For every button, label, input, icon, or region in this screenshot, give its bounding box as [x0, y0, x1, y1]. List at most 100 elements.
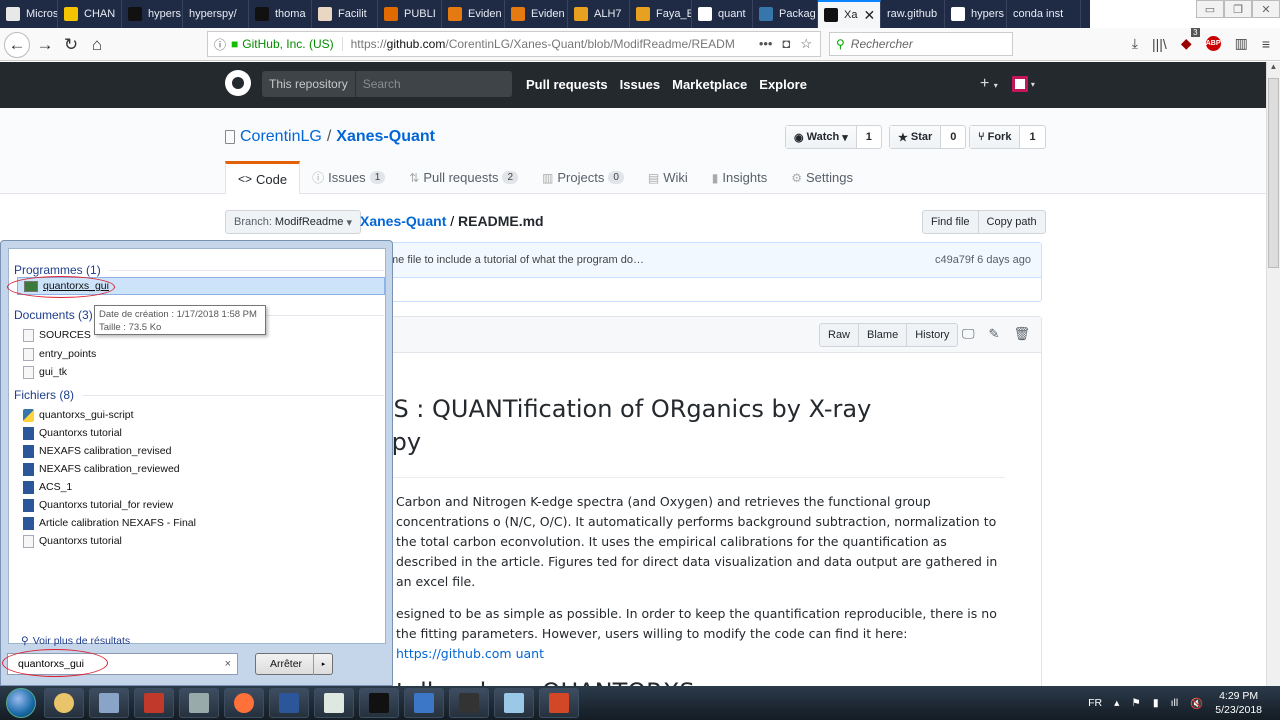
- scroll-up-icon[interactable]: ▲: [1267, 62, 1280, 76]
- search-result-item[interactable]: quantorxs_gui-script: [23, 406, 383, 424]
- history-button[interactable]: History: [906, 324, 957, 346]
- branch-select[interactable]: Branch: ModifReadme ▾: [225, 210, 361, 234]
- search-result-item[interactable]: Quantorxs tutorial_for review: [23, 496, 383, 514]
- browser-tab[interactable]: Faya_E: [630, 0, 692, 28]
- battery-icon[interactable]: ▮: [1153, 697, 1159, 709]
- network-icon[interactable]: ıll: [1171, 697, 1179, 709]
- browser-tab[interactable]: PUBLI: [378, 0, 442, 28]
- nav-issues[interactable]: Issues: [620, 77, 660, 92]
- search-result-item[interactable]: gui_tk: [23, 363, 383, 381]
- clear-search-icon[interactable]: ×: [225, 658, 231, 670]
- download-icon[interactable]: ⤓: [1132, 35, 1138, 52]
- edit-pencil-icon[interactable]: ✎: [989, 326, 1000, 342]
- taskbar-app-terminal[interactable]: [359, 688, 399, 718]
- taskbar-app-firefox[interactable]: [224, 688, 264, 718]
- taskbar-app-powerpoint[interactable]: [539, 688, 579, 718]
- search-result-item[interactable]: Article calibration NEXAFS - Final: [23, 514, 383, 532]
- minimize-button[interactable]: ▭: [1196, 0, 1224, 18]
- start-search-input[interactable]: quantorxs_gui ×: [7, 653, 238, 675]
- copy-path-button[interactable]: Copy path: [977, 211, 1045, 233]
- watch-count[interactable]: 1: [857, 126, 881, 148]
- volume-muted-icon[interactable]: 🔇: [1190, 697, 1203, 710]
- raw-button[interactable]: Raw: [820, 324, 858, 346]
- pocket-icon[interactable]: ◘: [782, 36, 790, 52]
- trash-icon[interactable]: 🗑: [1013, 326, 1030, 342]
- browser-tab[interactable]: Facilit: [312, 0, 378, 28]
- taskbar-app-explorer[interactable]: [44, 688, 84, 718]
- home-button[interactable]: ⌂: [84, 32, 110, 58]
- repo-link-cont[interactable]: uant: [516, 646, 544, 661]
- hamburger-menu-icon[interactable]: ≡: [1262, 36, 1270, 52]
- start-button[interactable]: [6, 688, 36, 718]
- browser-tab[interactable]: quant: [692, 0, 753, 28]
- taskbar-app-notepad[interactable]: [494, 688, 534, 718]
- flag-icon[interactable]: ⚑: [1131, 697, 1140, 709]
- tab-issues[interactable]: ⓘ Issues 1: [300, 161, 397, 194]
- tab-wiki[interactable]: ▤ Wiki: [636, 161, 700, 194]
- commit-sha[interactable]: c49a79f: [935, 254, 974, 266]
- search-result-item[interactable]: entry_points: [23, 345, 383, 363]
- github-search[interactable]: This repository Search: [262, 71, 512, 97]
- url-text[interactable]: https://github.com/CorentinLG/Xanes-Quan…: [351, 37, 759, 51]
- nav-marketplace[interactable]: Marketplace: [672, 77, 747, 92]
- back-button[interactable]: ←: [4, 32, 30, 58]
- browser-tab[interactable]: thoma: [249, 0, 312, 28]
- commit-message[interactable]: me file to include a tutorial of what th…: [389, 254, 935, 266]
- scroll-thumb[interactable]: [1268, 78, 1279, 268]
- browser-tab[interactable]: Packag: [753, 0, 818, 28]
- desktop-icon[interactable]: 🖵: [962, 326, 975, 342]
- tab-projects[interactable]: ▥ Projects 0: [530, 161, 636, 194]
- user-menu[interactable]: ▾: [1011, 76, 1035, 92]
- shutdown-options-button[interactable]: ▸: [313, 653, 333, 675]
- search-result-item[interactable]: Quantorxs tutorial: [23, 532, 383, 550]
- nav-explore[interactable]: Explore: [759, 77, 807, 92]
- find-file-button[interactable]: Find file: [923, 211, 978, 233]
- browser-tab[interactable]: Microsoft: [0, 0, 58, 28]
- sidebar-icon[interactable]: ▥: [1235, 35, 1248, 52]
- ublock-icon[interactable]: ◆ 3: [1181, 28, 1200, 52]
- nav-pull-requests[interactable]: Pull requests: [526, 77, 608, 92]
- taskbar-app-binoculars[interactable]: [179, 688, 219, 718]
- taskbar-app-cmd[interactable]: [449, 688, 489, 718]
- more-actions-icon[interactable]: •••: [759, 36, 773, 52]
- create-new-button[interactable]: + ▾: [980, 75, 998, 93]
- result-group-header[interactable]: Fichiers (8): [14, 388, 384, 402]
- info-icon[interactable]: ⓘ: [214, 36, 226, 53]
- clock[interactable]: 4:29 PM 5/23/2018: [1215, 689, 1262, 717]
- tab-settings[interactable]: ⚙ Settings: [779, 161, 865, 194]
- blame-button[interactable]: Blame: [858, 324, 906, 346]
- search-result-item[interactable]: ACS_1: [23, 478, 383, 496]
- close-window-button[interactable]: ✕: [1252, 0, 1280, 18]
- github-logo-icon[interactable]: [225, 70, 251, 96]
- star-count[interactable]: 0: [941, 126, 965, 148]
- taskbar-app-viewer[interactable]: [314, 688, 354, 718]
- close-tab-icon[interactable]: ✕: [863, 7, 875, 24]
- star-button[interactable]: ★ Star 0: [889, 125, 967, 149]
- watch-button[interactable]: ◉ Watch ▾ 1: [785, 125, 882, 149]
- browser-tab[interactable]: Xa ✕: [818, 0, 881, 28]
- page-scrollbar[interactable]: ▲: [1266, 62, 1280, 686]
- taskbar-app-paint-tools[interactable]: [134, 688, 174, 718]
- search-input[interactable]: Search: [356, 71, 401, 97]
- library-icon[interactable]: |||\: [1152, 36, 1167, 52]
- search-result-item[interactable]: NEXAFS calibration_reviewed: [23, 460, 383, 478]
- taskbar-app-app-window[interactable]: [89, 688, 129, 718]
- site-identity[interactable]: GitHub, Inc. (US): [242, 37, 343, 51]
- bookmark-star-icon[interactable]: ☆: [800, 36, 812, 52]
- tab-insights[interactable]: ▮ Insights: [700, 161, 779, 194]
- search-result-item[interactable]: Quantorxs tutorial: [23, 424, 383, 442]
- search-bar[interactable]: ⚲ Rechercher: [829, 32, 1013, 56]
- browser-tab[interactable]: hypers: [122, 0, 183, 28]
- show-hidden-icons[interactable]: ▴: [1114, 697, 1119, 709]
- breadcrumb-repo-link[interactable]: Xanes-Quant: [360, 213, 446, 229]
- browser-tab[interactable]: Eviden: [442, 0, 505, 28]
- browser-tab[interactable]: hyperspy/: [183, 0, 249, 28]
- browser-tab[interactable]: ALH7: [568, 0, 630, 28]
- taskbar-app-word[interactable]: [269, 688, 309, 718]
- reload-button[interactable]: ↻: [58, 32, 84, 58]
- adblock-plus-icon[interactable]: ABP: [1205, 36, 1221, 51]
- start-search-value[interactable]: quantorxs_gui: [18, 658, 225, 670]
- more-results-link[interactable]: ⚲ Voir plus de résultats: [21, 635, 130, 647]
- repo-link[interactable]: https://github.com: [396, 646, 512, 661]
- repo-owner-link[interactable]: CorentinLG: [240, 128, 322, 146]
